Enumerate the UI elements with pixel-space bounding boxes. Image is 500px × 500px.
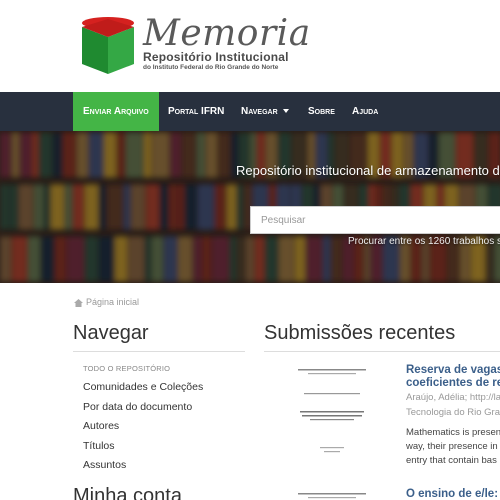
item-abstract-line3: entry that contain bas — [406, 455, 497, 466]
item-abstract-line2: way, their presence in — [406, 441, 498, 452]
sidebar-link-subjects[interactable]: Assuntos — [83, 459, 126, 471]
nav-enviar-arquivo[interactable]: Enviar Arquivo — [73, 92, 159, 131]
sidebar-subheading: TODO O REPOSITÓRIO — [83, 364, 171, 373]
nav-navegar-label: Navegar — [241, 106, 278, 117]
sidebar-link-titles[interactable]: Títulos — [83, 440, 115, 452]
sidebar-heading-account: Minha conta — [73, 485, 182, 500]
breadcrumb-home: Página inicial — [86, 297, 140, 307]
logo-subtitle: Repositório Institucional — [143, 50, 289, 64]
main-divider — [264, 351, 500, 352]
item-abstract-line1: Mathematics is presen — [406, 427, 500, 438]
document-thumbnail[interactable] — [270, 361, 394, 479]
main-navbar: Enviar Arquivo Portal IFRN Navegar Sobre… — [0, 92, 500, 131]
nav-ajuda[interactable]: Ajuda — [352, 92, 378, 131]
item-publisher: Tecnologia do Rio Grand — [406, 407, 500, 418]
item-title-line1[interactable]: Reserva de vagas c — [406, 364, 500, 376]
sidebar-divider — [73, 351, 245, 352]
logo-wordmark[interactable]: Memoria — [143, 14, 311, 54]
sidebar-heading: Navegar — [73, 322, 149, 344]
recent-submissions-heading: Submissões recentes — [264, 322, 456, 344]
sidebar-link-communities[interactable]: Comunidades e Coleções — [83, 381, 203, 393]
item-authors: Araújo, Adélia; http://la — [406, 392, 500, 403]
item-title-2[interactable]: O ensino de e/le: c — [406, 488, 500, 500]
item-title-line2[interactable]: coeficientes de re — [406, 377, 500, 389]
banner-item-count: Procurar entre os 1260 trabalhos su — [348, 236, 500, 247]
nav-portal-ifrn[interactable]: Portal IFRN — [168, 92, 224, 131]
nav-navegar[interactable]: Navegar — [241, 92, 289, 131]
hero-banner: Repositório institucional de armazenamen… — [0, 131, 500, 283]
logo-cube-icon[interactable] — [80, 16, 136, 76]
banner-tagline: Repositório institucional de armazenamen… — [236, 163, 500, 178]
search-input[interactable] — [250, 206, 500, 234]
document-thumbnail-2[interactable] — [270, 488, 394, 500]
logo-subtitle-institution: do Instituto Federal do Rio Grande do No… — [143, 64, 279, 71]
caret-down-icon — [282, 109, 289, 114]
breadcrumb[interactable]: Página inicial — [74, 297, 139, 307]
sidebar-link-by-date[interactable]: Por data do documento — [83, 401, 192, 413]
site-header: Memoria Repositório Institucional do Ins… — [0, 0, 500, 92]
sidebar-link-authors[interactable]: Autores — [83, 420, 119, 432]
nav-sobre[interactable]: Sobre — [308, 92, 335, 131]
home-icon — [74, 298, 83, 307]
